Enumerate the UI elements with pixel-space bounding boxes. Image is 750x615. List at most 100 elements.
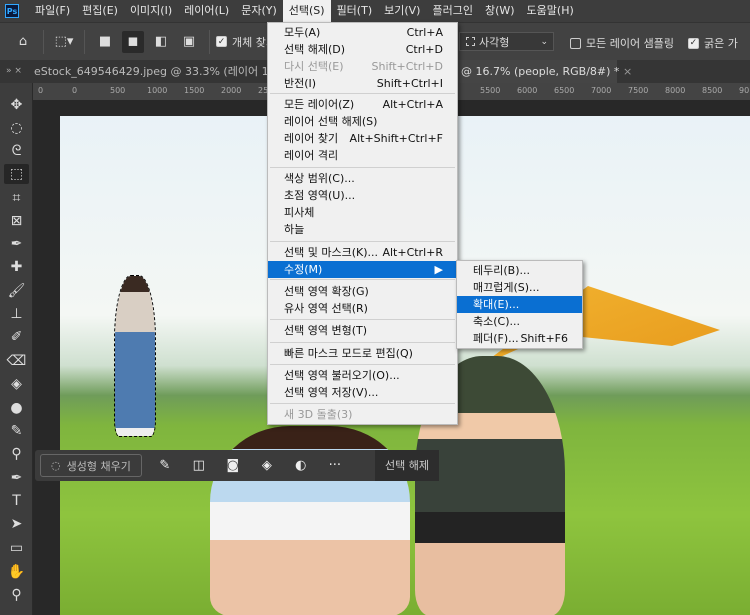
menu-item-label: 다시 선택(E) (284, 60, 344, 73)
close-tab-icon[interactable]: × (623, 65, 632, 78)
brush-tool-icon[interactable]: 🖌 (4, 281, 29, 301)
dodge-tool-icon[interactable]: ✎ (4, 421, 29, 441)
intersect-selection-icon[interactable]: ▣ (178, 31, 200, 53)
more-options-icon[interactable]: ··· (318, 458, 352, 473)
select_menu-item[interactable]: 선택 영역 변형(T) (268, 322, 457, 339)
hand-tool-icon[interactable]: ✋ (4, 562, 29, 582)
menu-item-label: 선택 영역 변형(T) (284, 324, 368, 337)
tab-estock[interactable]: eStock_649546429.jpeg @ 33.3% (레이어 1, RG… (28, 60, 268, 83)
menu-1[interactable]: 편집(E) (76, 0, 124, 22)
mask-icon[interactable]: ◙ (216, 458, 250, 473)
select_menu-item[interactable]: 레이어 선택 해제(S) (268, 113, 457, 130)
select_menu-item[interactable]: 피사체 (268, 204, 457, 221)
modify_submenu-item[interactable]: 확대(E)... (457, 296, 582, 313)
select_menu-item[interactable]: 색상 범위(C)... (268, 170, 457, 187)
path-select-tool-icon[interactable]: ➤ (4, 514, 29, 534)
menu-9[interactable]: 창(W) (479, 0, 521, 22)
menu-separator (270, 319, 455, 320)
menu-0[interactable]: 파일(F) (29, 0, 76, 22)
zoom-tool-icon[interactable]: ⚲ (4, 585, 29, 605)
history-brush-tool-icon[interactable]: ✐ (4, 327, 29, 347)
deselect-button[interactable]: 선택 해제 (375, 450, 439, 481)
generative-fill-icon: ◌ (51, 459, 61, 472)
select_menu-item[interactable]: 선택 및 마스크(K)... Alt+Ctrl+R (268, 244, 457, 261)
select_menu-item[interactable]: 선택 영역 불러오기(O)... (268, 367, 457, 384)
modify_submenu-item[interactable]: 매끄럽게(S)... (457, 279, 582, 296)
frame-tool-icon[interactable]: ⊠ (4, 211, 29, 231)
select_menu-item[interactable]: 레이어 찾기 Alt+Shift+Ctrl+F (268, 130, 457, 147)
pen-tool-icon[interactable]: ✒ (4, 468, 29, 488)
ruler-tick: 0 (72, 86, 78, 95)
menu-3[interactable]: 레이어(L) (178, 0, 235, 22)
select-subject-icon[interactable]: ◫ (182, 458, 216, 473)
eraser-tool-icon[interactable]: ⌫ (4, 351, 29, 371)
ruler-tick: 6000 (517, 86, 538, 95)
select_menu-item[interactable]: 하늘 (268, 221, 457, 238)
select_menu-item[interactable]: 모두(A) Ctrl+A (268, 24, 457, 41)
menu-item-shortcut: Alt+Shift+Ctrl+F (349, 132, 443, 145)
menu-item-shortcut: Alt+Ctrl+A (382, 98, 443, 111)
menu-7[interactable]: 보기(V) (378, 0, 426, 22)
crop-tool-icon[interactable]: ⌗ (4, 188, 29, 208)
menu-item-shortcut: Ctrl+D (405, 43, 443, 56)
home-icon[interactable]: ⌂ (12, 31, 34, 53)
menu-5[interactable]: 선택(S) (282, 0, 331, 22)
modify_submenu-item[interactable]: 테두리(B)... (457, 262, 582, 279)
auto-select-checkbox[interactable]: ✓ (216, 36, 227, 47)
ruler-tick: 1000 (147, 86, 168, 95)
select_menu-item[interactable]: 유사 영역 선택(R) (268, 300, 457, 317)
jumping-woman (114, 275, 156, 437)
healing-tool-icon[interactable]: ✚ (4, 257, 29, 277)
menu-bar: Ps 파일(F) 편집(E) 이미지(I) 레이어(L) 문자(Y) 선택(S) 필터(T)… (0, 0, 750, 22)
menu-4[interactable]: 문자(Y) (235, 0, 283, 22)
stamp-tool-icon[interactable]: ⊥ (4, 304, 29, 324)
menu-6[interactable]: 필터(T) (331, 0, 379, 22)
subtract-selection-icon[interactable]: ◧ (150, 31, 172, 53)
menu-item-label: 레이어 선택 해제(S) (284, 115, 378, 128)
collapse-panels-icon[interactable]: » × (6, 60, 22, 83)
lasso-tool-icon[interactable]: ᘓ (4, 141, 29, 161)
select_menu-item[interactable]: 모든 레이어(Z) Alt+Ctrl+A (268, 96, 457, 113)
select_menu-item[interactable]: 수정(M) ▶ (268, 261, 457, 278)
add-selection-icon[interactable]: ◼ (122, 30, 144, 53)
menu-2[interactable]: 이미지(I) (124, 0, 178, 22)
select_menu-item[interactable]: 선택 영역 저장(V)... (268, 384, 457, 401)
tab-people[interactable]: @ 16.7% (people, RGB/8#) * × (455, 60, 632, 83)
select-menu: 모두(A) Ctrl+A 선택 해제(D) Ctrl+D 다시 선택(E) Shift+C… (267, 22, 458, 425)
sample-all-checkbox[interactable] (570, 37, 581, 49)
menu-item-shortcut: Shift+Ctrl+I (376, 77, 443, 90)
fill-bucket-icon[interactable]: ◈ (250, 458, 284, 473)
blur-tool-icon[interactable]: ● (4, 398, 29, 418)
rectangle-tool-icon[interactable]: ▭ (4, 538, 29, 558)
select_menu-item[interactable]: 빠른 마스크 모드로 편집(Q) (268, 345, 457, 362)
menu-item-label: 선택 영역 확장(G) (284, 285, 369, 298)
burn-tool-icon[interactable]: ⚲ (4, 444, 29, 464)
select_menu-item[interactable]: 레이어 격리 (268, 147, 457, 164)
select_menu-item[interactable]: 선택 영역 확장(G) (268, 283, 457, 300)
select_menu-item[interactable]: 선택 해제(D) Ctrl+D (268, 41, 457, 58)
shape-dropdown[interactable]: 사각형 ⌄ (459, 32, 554, 51)
select_menu-item[interactable]: 초점 영역(U)... (268, 187, 457, 204)
object-selection-tool-icon[interactable]: ⬚▾ (53, 31, 75, 53)
type-tool-icon[interactable]: T (4, 491, 29, 511)
menu-item-label: 색상 범위(C)... (284, 172, 355, 185)
select_menu-item[interactable]: 반전(I) Shift+Ctrl+I (268, 75, 457, 92)
marquee-tool-icon[interactable]: ◌ (4, 118, 29, 138)
hard-edge-checkbox[interactable]: ✓ (687, 37, 699, 49)
new-selection-icon[interactable]: ■ (94, 31, 116, 53)
adjustment-icon[interactable]: ◐ (284, 458, 318, 473)
contextual-task-bar: ◌ 생성형 채우기 ✎ ◫ ◙ ◈ ◐ ··· 선택 해제 (35, 450, 439, 481)
menu-10[interactable]: 도움말(H) (521, 0, 580, 22)
move-tool-icon[interactable]: ✥ (4, 95, 29, 115)
menu-8[interactable]: 플러그인 (426, 0, 478, 22)
menu-item-label: 수정(M) (284, 263, 323, 276)
eyedropper-tool-icon[interactable]: ✒ (4, 234, 29, 254)
modify_submenu-item[interactable]: 페더(F)... Shift+F6 (457, 330, 582, 347)
ruler-tick: 500 (110, 86, 126, 95)
menu-separator (270, 403, 455, 404)
modify_submenu-item[interactable]: 축소(C)... (457, 313, 582, 330)
object-select-tool-icon[interactable]: ⬚ (4, 164, 29, 184)
generative-fill-button[interactable]: ◌ 생성형 채우기 (40, 454, 142, 477)
paint-bucket-tool-icon[interactable]: ◈ (4, 374, 29, 394)
brush-select-icon[interactable]: ✎ (148, 458, 182, 473)
